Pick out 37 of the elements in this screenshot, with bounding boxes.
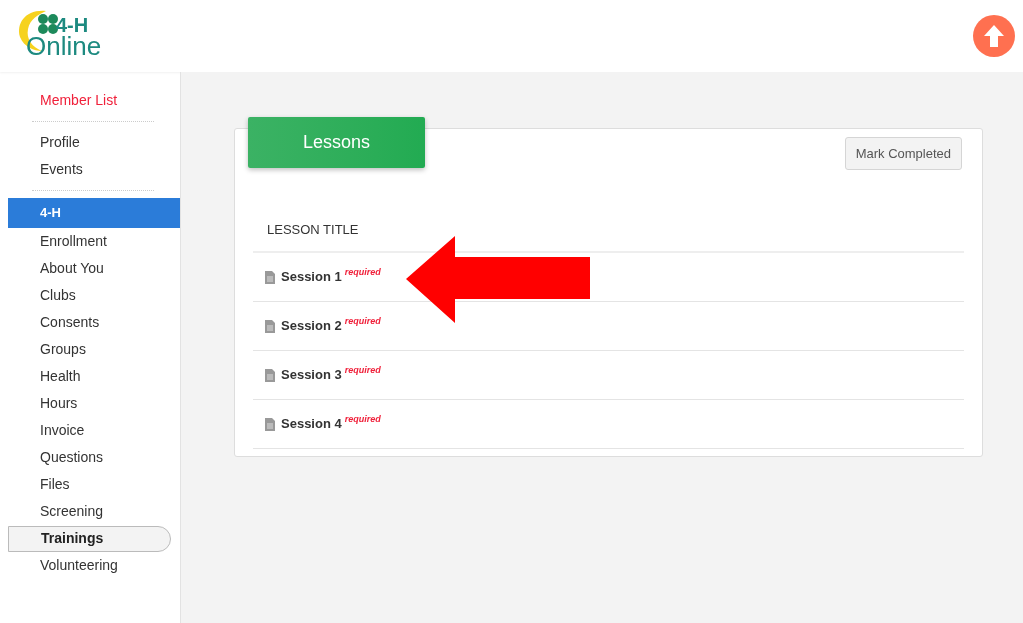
sidebar-item[interactable]: Consents <box>8 309 100 336</box>
column-header: LESSON TITLE <box>267 220 359 239</box>
lesson-link[interactable]: Session 1 <box>281 267 342 287</box>
up-arrow-icon <box>984 25 1004 47</box>
sidebar-item[interactable]: Health <box>8 363 81 390</box>
required-tag: required <box>344 364 381 378</box>
logo-text: 4-H <box>56 15 89 35</box>
sidebar-item[interactable]: Events <box>8 156 83 183</box>
lessons-title: Lessons <box>248 117 425 168</box>
logo-text: Online <box>26 33 102 59</box>
required-tag: required <box>344 315 381 329</box>
lesson-link[interactable]: Session 2 <box>281 316 342 336</box>
lesson-link[interactable]: Session 3 <box>281 365 342 385</box>
member-list-link[interactable]: Member List <box>40 90 118 111</box>
sidebar-item[interactable]: Trainings <box>8 525 171 552</box>
mark-completed-button[interactable]: Mark Completed <box>844 137 962 170</box>
sidebar-item[interactable]: Questions <box>8 444 104 471</box>
sidebar-item[interactable]: Invoice <box>8 417 85 444</box>
scroll-up-button[interactable] <box>973 15 1015 57</box>
sidebar-item[interactable]: Enrollment <box>8 228 107 255</box>
logo[interactable]: 4-H Online <box>14 5 126 67</box>
lesson-link[interactable]: Session 4 <box>281 414 342 434</box>
sidebar-item[interactable]: Files <box>8 471 70 498</box>
document-icon <box>265 319 275 333</box>
document-icon <box>265 270 275 284</box>
sidebar-item[interactable]: Profile <box>8 129 80 156</box>
sidebar-item[interactable]: Clubs <box>8 282 76 309</box>
required-tag: required <box>344 266 381 280</box>
section-header[interactable]: 4-H <box>8 198 180 228</box>
document-icon <box>265 417 275 431</box>
sidebar-item[interactable]: Hours <box>8 390 78 417</box>
required-tag: required <box>344 413 381 427</box>
sidebar-item[interactable]: About You <box>8 255 104 282</box>
sidebar-item[interactable]: Volunteering <box>8 552 118 579</box>
sidebar-item[interactable]: Groups <box>8 336 86 363</box>
document-icon <box>265 368 275 382</box>
sidebar-item[interactable]: Screening <box>8 498 104 525</box>
